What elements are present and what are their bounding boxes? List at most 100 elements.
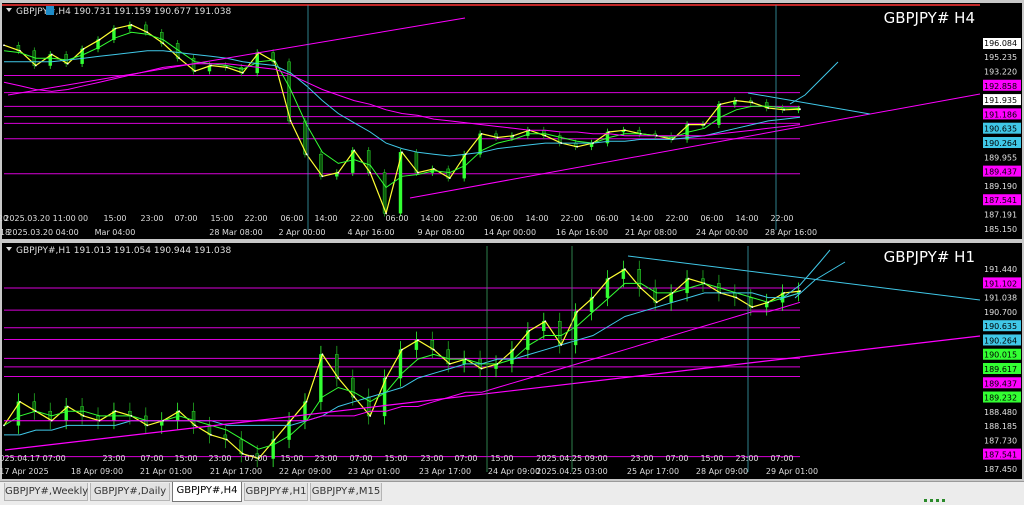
h4-price-point: [448, 177, 451, 180]
h4-time-label: 14:00: [630, 214, 653, 223]
h4-time-label: 4 Apr 16:00: [347, 228, 394, 237]
h1-price-label: 190.015: [984, 351, 1017, 360]
h4-time-label: 28 Mar 08:00: [209, 228, 262, 237]
h4-symbol-title: GBPJPY# H4: [884, 9, 975, 27]
tab-gbpjpy-h1[interactable]: GBPJPY#,H1: [244, 483, 308, 501]
h4-price-point: [337, 171, 340, 174]
h1-price-point: [576, 310, 579, 313]
h4-price-point: [3, 44, 5, 47]
h1-time-label: 22 Apr 09:00: [279, 467, 331, 476]
h1-price-point: [671, 291, 674, 294]
h4-plot-area[interactable]: [2, 3, 982, 239]
h1-time-label: 15:00: [384, 454, 407, 463]
h1-time-label: 29 Apr 01:00: [766, 467, 818, 476]
h4-time-label: 9 Apr 08:00: [417, 228, 464, 237]
h1-price-point: [560, 344, 563, 346]
h1-price-label: 187.450: [984, 465, 1017, 474]
h1-price-point: [369, 415, 372, 417]
h4-price-label: 195.235: [984, 53, 1017, 62]
h4-time-label: 14:00: [525, 214, 548, 223]
h4-time-label: 22:00: [454, 214, 477, 223]
h1-time-label: 17 Apr 2025: [0, 467, 49, 476]
h4-price-point: [576, 145, 579, 148]
h1-time-label: 23:00: [102, 454, 125, 463]
h4-price-point: [687, 123, 690, 126]
h4-price-point: [528, 129, 531, 132]
h4-time-label: 14:00: [735, 214, 758, 223]
h1-price-point: [210, 433, 212, 436]
h4-price-point: [19, 49, 21, 52]
green-window-icon: [930, 499, 933, 502]
h1-price-label: 188.185: [984, 422, 1017, 431]
tab-gbpjpy-daily[interactable]: GBPJPY#,Daily: [90, 483, 170, 501]
h1-price-label: 190.635: [984, 322, 1017, 331]
h4-time-label: 14:00: [420, 214, 443, 223]
h1-price-point: [608, 277, 610, 280]
h4-time-label: 2025.03.20 11:00: [4, 214, 75, 223]
h1-time-label: 23:00: [420, 454, 443, 463]
h4-time-label: 22:00: [560, 214, 583, 223]
charts-canvas[interactable]: GBPJPY#,H4 190.731 191.159 190.677 191.0…: [0, 0, 1024, 481]
h4-price-label: 187.191: [984, 211, 1017, 220]
h4-time-label: 06:00: [385, 214, 408, 223]
h1-time-label: 23:00: [735, 454, 758, 463]
green-window-icon: [942, 499, 945, 502]
h4-price-label: 189.190: [984, 182, 1017, 191]
h4-price-top: 196.084: [984, 39, 1017, 48]
h4-price-point: [50, 53, 53, 56]
h4-time-label: 2 Apr 00:00: [278, 228, 325, 237]
h1-price-point: [655, 301, 658, 304]
h1-time-label: 07:00: [665, 454, 688, 463]
green-window-icon: [936, 499, 939, 502]
h1-price-point: [783, 291, 785, 294]
h1-time-label: 15:00: [700, 454, 723, 463]
h1-time-label: 23 Apr 01:00: [348, 467, 400, 476]
h4-price-point: [751, 101, 754, 104]
h4-time-label: 22:00: [770, 214, 793, 223]
h4-chart-panel[interactable]: GBPJPY#,H4 190.731 191.159 190.677 191.0…: [2, 3, 1022, 239]
h4-price-label: 191.935: [984, 96, 1017, 105]
h4-price-point: [767, 107, 770, 109]
h1-time-label: 07:00: [770, 454, 793, 463]
h1-time-label: 28 Apr 09:00: [696, 467, 748, 476]
h4-time-label: 16 Apr 16:00: [556, 228, 608, 237]
tab-gbpjpy-h4[interactable]: GBPJPY#,H4: [172, 482, 242, 502]
h1-price-point: [19, 400, 21, 403]
h1-chart-panel[interactable]: GBPJPY#,H1 191.013 191.054 190.944 191.0…: [2, 243, 1022, 479]
h1-price-point: [337, 377, 340, 379]
h1-price-point: [385, 377, 387, 379]
h4-price-point: [639, 132, 642, 135]
h4-time-label: 22:00: [350, 214, 373, 223]
h4-price-point: [369, 171, 372, 174]
h1-price-point: [50, 419, 53, 422]
h1-price-label: 191.038: [984, 294, 1017, 303]
h1-price-point: [321, 353, 324, 356]
h1-time-label: 23:00: [314, 454, 337, 463]
h4-time-label: 00: [78, 214, 88, 223]
tab-gbpjpy-m15[interactable]: GBPJPY#,M15: [310, 483, 382, 501]
h1-price-label: 190.264: [984, 336, 1017, 345]
h4-price-point: [34, 64, 37, 67]
h4-price-point: [719, 103, 722, 106]
h4-price-label: 189.955: [984, 153, 1017, 162]
h4-time-label: 15:00: [103, 214, 126, 223]
h1-time-label: 15:00: [280, 454, 303, 463]
h4-price-label: 190.635: [984, 125, 1017, 134]
h4-price-label: 193.220: [984, 67, 1017, 76]
h1-time-label: 15:00: [490, 454, 513, 463]
h1-time-label: 07:00: [454, 454, 477, 463]
h4-price-point: [241, 72, 244, 74]
h4-price-point: [146, 31, 149, 34]
h1-price-point: [432, 348, 435, 351]
h4-price-label: 187.541: [984, 196, 1017, 205]
h1-price-point: [528, 329, 531, 332]
h4-time-label: 15:00: [210, 214, 233, 223]
h4-price-label: 191.186: [984, 110, 1017, 119]
h1-price-point: [225, 438, 228, 441]
h4-price-label: 190.264: [984, 139, 1017, 148]
h1-price-point: [114, 410, 117, 413]
h1-price-point: [66, 405, 69, 408]
tab-gbpjpy-weekly[interactable]: GBPJPY#,Weekly: [4, 483, 88, 501]
h4-price-label: 192.858: [984, 82, 1017, 91]
h4-price-point: [417, 171, 419, 174]
